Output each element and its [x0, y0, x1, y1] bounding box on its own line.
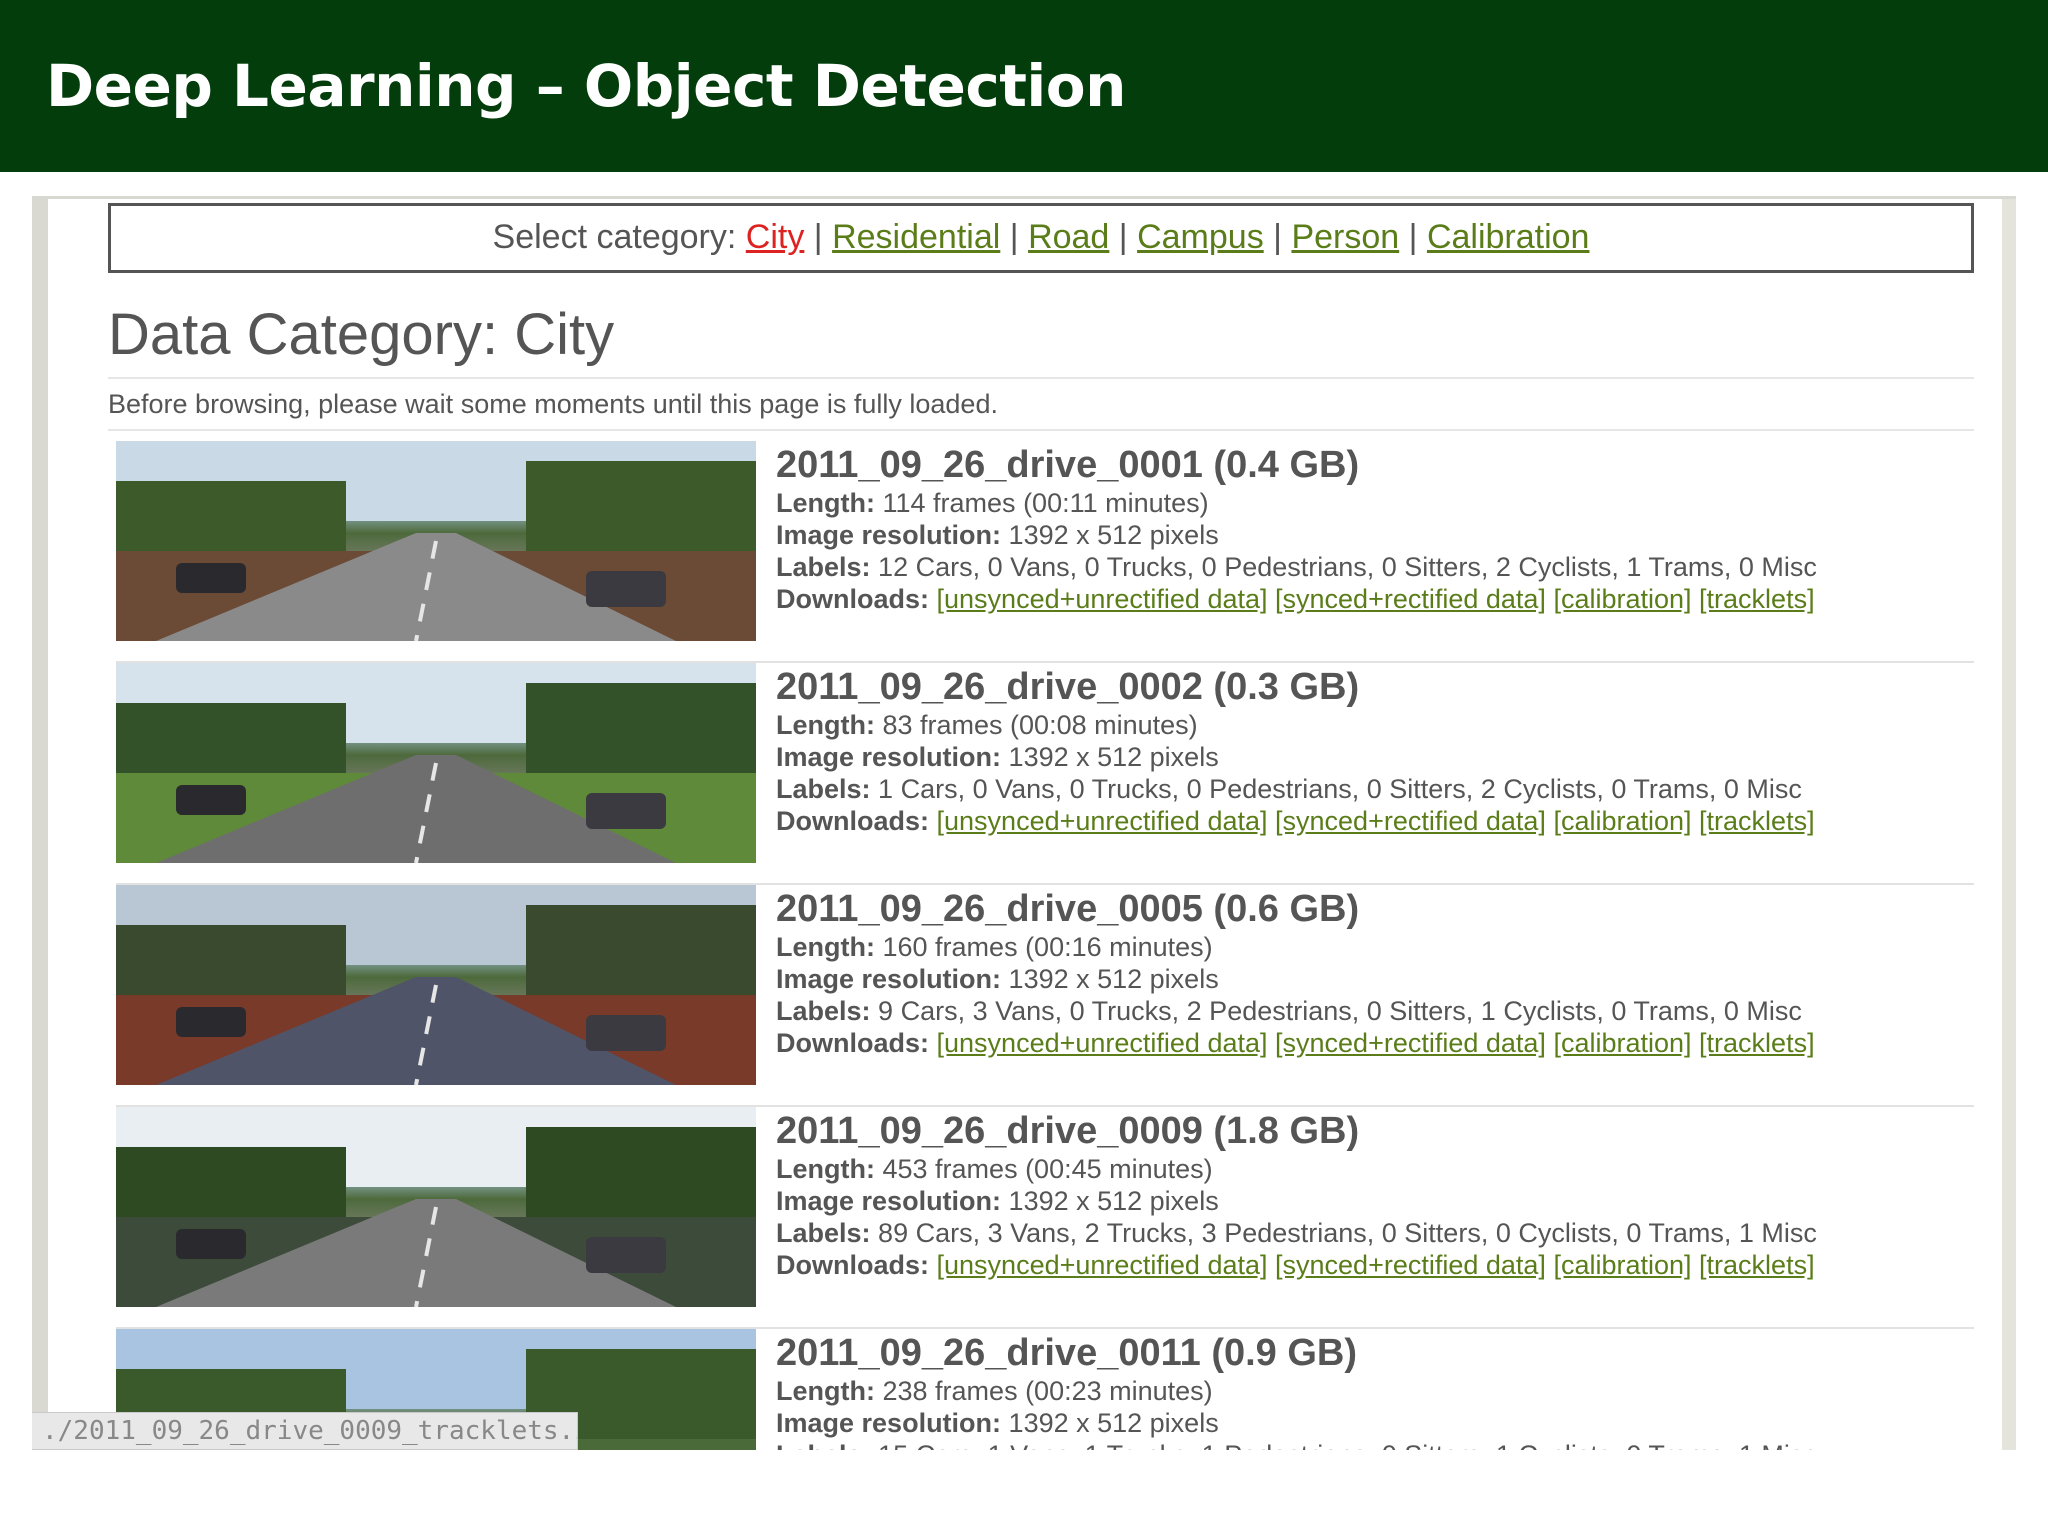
download-unsynced-link[interactable]: [unsynced+unrectified data] — [937, 1028, 1268, 1058]
drive-row: 2011_09_26_drive_0001 (0.4 GB) Length: 1… — [116, 441, 1974, 663]
drive-row: 2011_09_26_drive_0005 (0.6 GB) Length: 1… — [116, 885, 1974, 1107]
drive-labels: 89 Cars, 3 Vans, 2 Trucks, 3 Pedestrians… — [878, 1218, 1817, 1248]
drive-resolution: 1392 x 512 pixels — [1008, 1186, 1219, 1216]
drive-labels: 12 Cars, 0 Vans, 0 Trucks, 0 Pedestrians… — [878, 552, 1817, 582]
drive-resolution: 1392 x 512 pixels — [1008, 964, 1219, 994]
downloads-label: Downloads: — [776, 806, 929, 836]
length-label: Length: — [776, 1376, 875, 1406]
category-selector: Select category: City | Residential | Ro… — [108, 203, 1974, 273]
download-calibration-link[interactable]: [calibration] — [1553, 1028, 1691, 1058]
downloads-label: Downloads: — [776, 1250, 929, 1280]
drive-length: 238 frames (00:23 minutes) — [882, 1376, 1213, 1406]
download-tracklets-link[interactable]: [tracklets] — [1699, 1028, 1815, 1058]
drive-resolution: 1392 x 512 pixels — [1008, 1408, 1219, 1438]
labels-label: Labels: — [776, 552, 871, 582]
length-label: Length: — [776, 710, 875, 740]
category-separator: | — [813, 218, 823, 256]
drive-row: 2011_09_26_drive_0009 (1.8 GB) Length: 4… — [116, 1107, 1974, 1329]
drive-title: 2011_09_26_drive_0002 (0.3 GB) — [776, 666, 1360, 708]
category-separator: | — [1118, 218, 1128, 256]
downloads-label: Downloads: — [776, 1028, 929, 1058]
category-link-campus[interactable]: Campus — [1137, 218, 1264, 256]
drive-resolution: 1392 x 512 pixels — [1008, 742, 1219, 772]
download-synced-link[interactable]: [synced+rectified data] — [1275, 1250, 1546, 1280]
divider — [108, 377, 1974, 379]
drive-labels: 15 Cars, 1 Vans, 1 Trucks, 1 Pedestrians… — [878, 1440, 1817, 1450]
resolution-label: Image resolution: — [776, 520, 1002, 550]
download-tracklets-link[interactable]: [tracklets] — [1699, 1250, 1815, 1280]
resolution-label: Image resolution: — [776, 742, 1002, 772]
browser-screenshot: Select category: City | Residential | Ro… — [32, 196, 2016, 1450]
resolution-label: Image resolution: — [776, 1186, 1002, 1216]
download-calibration-link[interactable]: [calibration] — [1553, 1250, 1691, 1280]
download-unsynced-link[interactable]: [unsynced+unrectified data] — [937, 1250, 1268, 1280]
drive-length: 453 frames (00:45 minutes) — [882, 1154, 1213, 1184]
street-scene-image[interactable] — [116, 1107, 756, 1307]
labels-label: Labels: — [776, 774, 871, 804]
category-link-road[interactable]: Road — [1028, 218, 1109, 256]
resolution-label: Image resolution: — [776, 964, 1002, 994]
drive-title: 2011_09_26_drive_0011 (0.9 GB) — [776, 1332, 1358, 1374]
drive-row: 2011_09_26_drive_0002 (0.3 GB) Length: 8… — [116, 663, 1974, 885]
street-scene-image[interactable] — [116, 441, 756, 641]
divider — [108, 429, 1974, 431]
page-left-margin — [32, 199, 48, 1450]
drive-length: 83 frames (00:08 minutes) — [882, 710, 1198, 740]
drive-length: 114 frames (00:11 minutes) — [882, 488, 1209, 518]
download-unsynced-link[interactable]: [unsynced+unrectified data] — [937, 584, 1268, 614]
download-calibration-link[interactable]: [calibration] — [1553, 584, 1691, 614]
category-separator: | — [1009, 218, 1019, 256]
drive-resolution: 1392 x 512 pixels — [1008, 520, 1219, 550]
drive-labels: 1 Cars, 0 Vans, 0 Trucks, 0 Pedestrians,… — [878, 774, 1802, 804]
category-prefix: Select category: — [492, 218, 737, 256]
street-scene-image[interactable] — [116, 885, 756, 1085]
download-unsynced-link[interactable]: [unsynced+unrectified data] — [937, 806, 1268, 836]
drive-title: 2011_09_26_drive_0009 (1.8 GB) — [776, 1110, 1360, 1152]
download-tracklets-link[interactable]: [tracklets] — [1699, 806, 1815, 836]
drive-length: 160 frames (00:16 minutes) — [882, 932, 1213, 962]
drive-list: 2011_09_26_drive_0001 (0.4 GB) Length: 1… — [116, 441, 1974, 1450]
labels-label: Labels: — [776, 1218, 871, 1248]
category-link-person[interactable]: Person — [1291, 218, 1399, 256]
download-synced-link[interactable]: [synced+rectified data] — [1275, 1028, 1546, 1058]
category-link-city[interactable]: City — [746, 218, 805, 256]
slide-title-bar: Deep Learning – Object Detection — [0, 0, 2048, 172]
length-label: Length: — [776, 932, 875, 962]
drive-title: 2011_09_26_drive_0001 (0.4 GB) — [776, 444, 1360, 486]
download-calibration-link[interactable]: [calibration] — [1553, 806, 1691, 836]
street-scene-image[interactable] — [116, 663, 756, 863]
drive-labels: 9 Cars, 3 Vans, 0 Trucks, 2 Pedestrians,… — [878, 996, 1802, 1026]
page-right-margin — [2002, 199, 2016, 1450]
drive-title: 2011_09_26_drive_0005 (0.6 GB) — [776, 888, 1360, 930]
downloads-label: Downloads: — [776, 584, 929, 614]
category-link-residential[interactable]: Residential — [832, 218, 1000, 256]
loading-notice: Before browsing, please wait some moment… — [108, 389, 998, 419]
download-synced-link[interactable]: [synced+rectified data] — [1275, 806, 1546, 836]
category-separator: | — [1273, 218, 1282, 256]
length-label: Length: — [776, 488, 875, 518]
page-title: Data Category: City — [108, 302, 615, 367]
resolution-label: Image resolution: — [776, 1408, 1002, 1438]
download-tracklets-link[interactable]: [tracklets] — [1699, 584, 1815, 614]
category-link-calibration[interactable]: Calibration — [1427, 218, 1590, 256]
length-label: Length: — [776, 1154, 875, 1184]
status-bar-url: ./2011_09_26_drive_0009_tracklets.zip — [32, 1412, 578, 1450]
labels-label: Labels: — [776, 1440, 871, 1450]
download-synced-link[interactable]: [synced+rectified data] — [1275, 584, 1546, 614]
slide-title: Deep Learning – Object Detection — [46, 52, 1126, 120]
labels-label: Labels: — [776, 996, 871, 1026]
